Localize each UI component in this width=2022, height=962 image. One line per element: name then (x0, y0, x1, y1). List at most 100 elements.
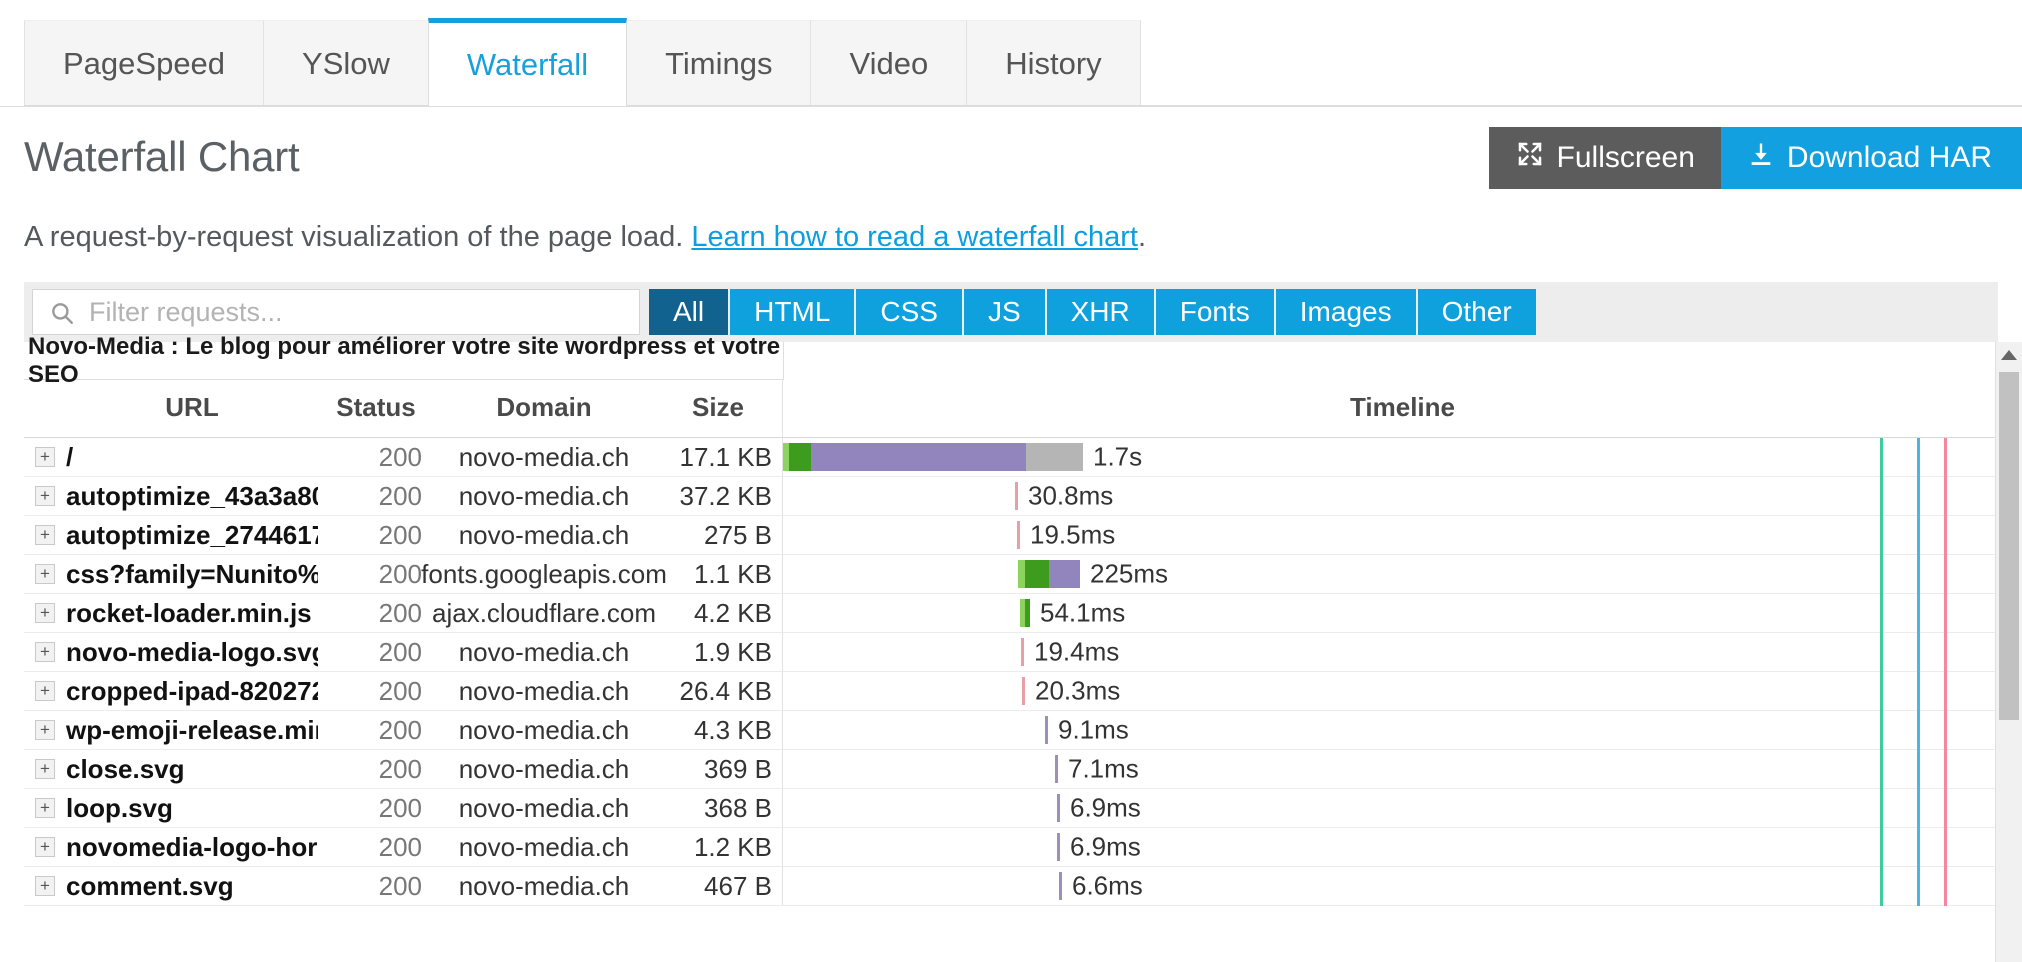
filter-button-all[interactable]: All (649, 289, 731, 335)
expand-icon[interactable]: + (35, 681, 55, 701)
cell-domain: novo-media.ch (434, 828, 654, 867)
column-header-status[interactable]: Status (318, 380, 434, 438)
column-header-timeline[interactable]: Timeline (782, 380, 2022, 438)
cell-domain: novo-media.ch (434, 867, 654, 906)
expand-icon[interactable]: + (35, 486, 55, 506)
cell-domain: novo-media.ch (434, 750, 654, 789)
download-har-button[interactable]: Download HAR (1720, 127, 2022, 189)
learn-more-link[interactable]: Learn how to read a waterfall chart (691, 221, 1138, 253)
tab-label: PageSpeed (63, 45, 226, 81)
timeline-duration-label: 54.1ms (1040, 597, 1126, 628)
filter-button-html[interactable]: HTML (730, 289, 857, 335)
cell-url[interactable]: css?family=Nunito%… (66, 555, 318, 594)
filter-button-other[interactable]: Other (1417, 289, 1538, 335)
site-title: Novo-Media : Le blog pour améliorer votr… (24, 333, 784, 388)
cell-url[interactable]: rocket-loader.min.js (66, 594, 318, 633)
cell-domain: novo-media.ch (434, 711, 654, 750)
expand-icon[interactable]: + (35, 798, 55, 818)
row-expander[interactable]: + (24, 477, 66, 516)
tab-history[interactable]: History (966, 20, 1141, 106)
cell-url[interactable]: novo-media-logo.svg… (66, 633, 318, 672)
bar-segment-thin-pink (1021, 638, 1024, 666)
bar-segment-thin-purple (1057, 794, 1060, 822)
description: A request-by-request visualization of th… (24, 221, 2022, 254)
cell-url[interactable]: close.svg (66, 750, 318, 789)
cell-timeline: 30.8ms (782, 477, 2022, 516)
row-expander[interactable]: + (24, 789, 66, 828)
row-expander[interactable]: + (24, 711, 66, 750)
scrollbar-thumb[interactable] (1999, 372, 2019, 720)
cell-domain: novo-media.ch (434, 789, 654, 828)
tab-yslow[interactable]: YSlow (263, 20, 429, 106)
expand-icon[interactable]: + (35, 525, 55, 545)
tab-pagespeed[interactable]: PageSpeed (24, 20, 265, 106)
fullscreen-button[interactable]: Fullscreen (1488, 127, 1721, 189)
search-field-wrapper[interactable] (32, 289, 640, 335)
timeline-duration-label: 30.8ms (1028, 480, 1114, 511)
cell-domain: novo-media.ch (434, 516, 654, 555)
row-expander[interactable]: + (24, 633, 66, 672)
cell-url[interactable]: wp-emoji-release.min… (66, 711, 318, 750)
bar-segment-connect (789, 443, 811, 471)
cell-domain: novo-media.ch (434, 633, 654, 672)
scroll-up-arrow[interactable] (1996, 342, 2022, 368)
search-input[interactable] (87, 290, 639, 334)
expand-icon[interactable]: + (35, 447, 55, 467)
cell-domain: novo-media.ch (434, 477, 654, 516)
row-expander[interactable]: + (24, 555, 66, 594)
cell-status: 200 (318, 828, 434, 867)
expand-icon[interactable]: + (35, 564, 55, 584)
expand-icon[interactable]: + (35, 876, 55, 896)
cell-timeline: 19.5ms (782, 516, 2022, 555)
cell-url[interactable]: autoptimize_43a3a80… (66, 477, 318, 516)
expand-icon[interactable]: + (35, 603, 55, 623)
cell-url[interactable]: comment.svg (66, 867, 318, 906)
bar-segment-receive (1026, 443, 1083, 471)
tab-label: YSlow (302, 45, 390, 81)
cell-url[interactable]: / (66, 438, 318, 477)
filter-button-js[interactable]: JS (963, 289, 1047, 335)
tab-video[interactable]: Video (810, 20, 968, 106)
cell-url[interactable]: autoptimize_2744617… (66, 516, 318, 555)
column-header-domain[interactable]: Domain (434, 380, 654, 438)
row-expander[interactable]: + (24, 594, 66, 633)
bar-segment-thin-purple (1045, 716, 1048, 744)
tab-waterfall[interactable]: Waterfall (427, 18, 628, 106)
filter-button-css[interactable]: CSS (856, 289, 964, 335)
cell-url[interactable]: novomedia-logo-hori… (66, 828, 318, 867)
cell-status: 200 (318, 594, 434, 633)
cell-domain: fonts.googleapis.com (421, 555, 667, 594)
filter-button-fonts[interactable]: Fonts (1155, 289, 1276, 335)
row-expander[interactable]: + (24, 672, 66, 711)
expand-icon[interactable]: + (35, 720, 55, 740)
expand-icon[interactable]: + (35, 642, 55, 662)
row-expander[interactable]: + (24, 750, 66, 789)
cell-url[interactable]: cropped-ipad-820272… (66, 672, 318, 711)
cell-status: 200 (318, 711, 434, 750)
tab-timings[interactable]: Timings (626, 20, 812, 106)
vertical-scrollbar[interactable] (1995, 342, 2022, 962)
filter-button-xhr[interactable]: XHR (1046, 289, 1156, 335)
row-expander[interactable]: + (24, 438, 66, 477)
bar-segment-thin-pink (1022, 677, 1025, 705)
filter-button-images[interactable]: Images (1275, 289, 1418, 335)
filter-buttons: All HTML CSS JS XHR Fonts Images Other (649, 289, 1538, 335)
expand-icon[interactable]: + (35, 837, 55, 857)
column-header-url[interactable]: URL (66, 380, 318, 438)
cell-timeline: 7.1ms (782, 750, 2022, 789)
cell-url[interactable]: loop.svg (66, 789, 318, 828)
tab-label: Waterfall (466, 46, 589, 82)
row-expander[interactable]: + (24, 867, 66, 906)
column-header-spacer (24, 380, 66, 438)
expand-icon[interactable]: + (35, 759, 55, 779)
cell-size: 369 B (654, 750, 782, 789)
row-expander[interactable]: + (24, 828, 66, 867)
row-expander[interactable]: + (24, 516, 66, 555)
cell-size: 17.1 KB (654, 438, 782, 477)
column-header-size[interactable]: Size (654, 380, 782, 438)
timeline-duration-label: 6.9ms (1070, 831, 1141, 862)
fullscreen-icon (1515, 139, 1545, 177)
cell-size: 4.3 KB (654, 711, 782, 750)
cell-timeline: 1.7s (782, 438, 2022, 477)
cell-size: 1.1 KB (654, 555, 782, 594)
